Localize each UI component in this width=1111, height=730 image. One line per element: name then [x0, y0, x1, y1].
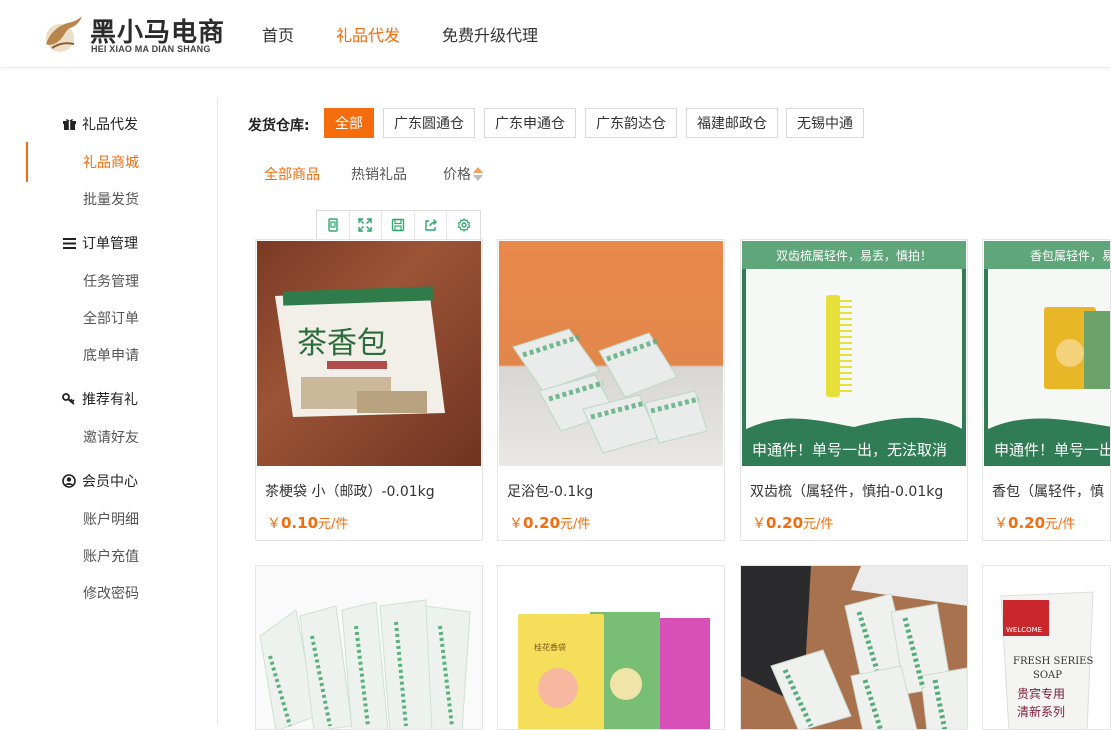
warehouse-all-button[interactable]: 全部	[324, 108, 374, 138]
product-image-sachet: 香包属轻件，易 申通件！单号一出	[984, 241, 1110, 466]
product-image-sachet-bags	[741, 566, 967, 729]
image-banner-bottom: 申通件！单号一出，无法取消	[742, 432, 966, 466]
sidebar-item-tasks[interactable]: 任务管理	[83, 271, 139, 291]
sidebar-item-gift-mall[interactable]: 礼品商城	[83, 152, 139, 172]
product-card[interactable]: 茶香包 茶梗袋 小（邮政）-0.01kg ￥0.10元/件	[255, 239, 483, 541]
soap-cn2-text: 清新系列	[1017, 704, 1065, 719]
tea-pack-text: 茶香包	[297, 326, 387, 361]
horse-logo-icon	[46, 16, 82, 52]
list-icon	[62, 236, 76, 250]
save-icon	[391, 218, 405, 232]
active-indicator	[26, 142, 28, 182]
sidebar-group-member: 会员中心	[62, 471, 138, 491]
sidebar-item-account-details[interactable]: 账户明细	[83, 509, 139, 529]
top-header: 黑小马电商 HEI XIAO MA DIAN SHANG 首页 礼品代发 免费升…	[0, 0, 1111, 68]
warehouse-gd-yunda-button[interactable]: 广东韵达仓	[585, 108, 677, 138]
product-card[interactable]: WELCOME FRESH SERIES SOAP 贵宾专用 清新系列	[982, 565, 1111, 730]
product-image-comb: 双齿梳属轻件，易丢，慎拍！ 申通件！单号一出，无法取消	[742, 241, 966, 466]
sidebar-group-gift: 礼品代发	[62, 114, 138, 134]
product-image-osmanthus-sachet: 桂花香袋	[498, 566, 724, 729]
product-image-packets	[256, 566, 482, 729]
sidebar-group-title: 推荐有礼	[82, 392, 138, 408]
share-icon	[424, 219, 437, 231]
sidebar-group-title: 会员中心	[82, 474, 138, 490]
product-name: 茶梗袋 小（邮政）-0.01kg	[265, 484, 435, 500]
product-name: 香包（属轻件，慎	[992, 484, 1104, 500]
product-name: 足浴包-0.1kg	[507, 484, 594, 500]
logo-subtext: HEI XIAO MA DIAN SHANG	[91, 44, 211, 54]
fullscreen-tool[interactable]	[350, 211, 383, 239]
soap-word-text: SOAP	[1033, 670, 1062, 681]
product-card[interactable]: 足浴包-0.1kg ￥0.20元/件	[497, 239, 725, 541]
main-nav: 首页 礼品代发 免费升级代理	[262, 0, 580, 68]
logo[interactable]: 黑小马电商 HEI XIAO MA DIAN SHANG	[40, 10, 225, 60]
settings-tool[interactable]	[447, 211, 480, 239]
product-price: ￥0.10元/件	[267, 514, 349, 532]
tab-price-sort[interactable]: 价格	[443, 164, 471, 184]
product-image-soap: WELCOME FRESH SERIES SOAP 贵宾专用 清新系列	[983, 566, 1110, 729]
floating-toolbar	[316, 210, 481, 240]
image-banner-bottom: 申通件！单号一出	[984, 432, 1110, 466]
sachet-pack-text: 桂花香袋	[534, 642, 566, 652]
product-card[interactable]: 双齿梳属轻件，易丢，慎拍！ 申通件！单号一出，无法取消 双齿梳（属轻件，慎拍-0…	[740, 239, 968, 541]
save-tool[interactable]	[382, 211, 415, 239]
user-icon	[62, 474, 76, 488]
product-card[interactable]	[255, 565, 483, 730]
product-card[interactable]: 香包属轻件，易 申通件！单号一出 香包（属轻件，慎 ￥0.20元/件	[982, 239, 1111, 541]
soap-brand-text: FRESH SERIES	[1013, 656, 1093, 667]
warehouse-gd-sto-button[interactable]: 广东申通仓	[484, 108, 576, 138]
sidebar-item-recharge[interactable]: 账户充值	[83, 546, 139, 566]
gear-icon	[457, 218, 470, 232]
gift-icon	[62, 117, 76, 131]
sidebar-group-orders: 订单管理	[62, 233, 138, 253]
sidebar-item-change-password[interactable]: 修改密码	[83, 583, 139, 603]
sidebar-item-batch-ship[interactable]: 批量发货	[83, 189, 139, 209]
product-price: ￥0.20元/件	[752, 514, 834, 532]
warehouse-filter-label: 发货仓库:	[248, 118, 310, 134]
product-price: ￥0.20元/件	[509, 514, 591, 532]
product-image-tea-bag: 茶香包	[257, 241, 481, 466]
sidebar-group-title: 订单管理	[82, 236, 138, 252]
warehouse-wuxi-zto-button[interactable]: 无锡中通	[786, 108, 864, 138]
warehouse-gd-yto-button[interactable]: 广东圆通仓	[383, 108, 475, 138]
sidebar-item-all-orders[interactable]: 全部订单	[83, 308, 139, 328]
nav-upgrade-agent[interactable]: 免费升级代理	[442, 22, 538, 46]
soap-cn-text: 贵宾专用	[1017, 686, 1065, 701]
share-tool[interactable]	[415, 211, 448, 239]
expand-icon	[358, 218, 373, 232]
warehouse-fj-post-button[interactable]: 福建邮政仓	[686, 108, 778, 138]
sidebar-item-invite[interactable]: 邀请好友	[83, 427, 139, 447]
sidebar-item-receipt-request[interactable]: 底单申请	[83, 345, 139, 365]
soap-red-text: WELCOME	[1006, 626, 1042, 634]
product-name: 双齿梳（属轻件，慎拍-0.01kg	[750, 484, 944, 500]
nav-home[interactable]: 首页	[262, 22, 294, 46]
copy-icon	[328, 218, 338, 232]
tab-hot-gifts[interactable]: 热销礼品	[351, 164, 407, 184]
sort-arrows-icon[interactable]	[472, 166, 484, 182]
key-icon	[62, 392, 76, 406]
sidebar-group-title: 礼品代发	[82, 117, 138, 133]
copy-tool[interactable]	[317, 211, 350, 239]
nav-gift-dropship[interactable]: 礼品代发	[336, 22, 400, 46]
product-price: ￥0.20元/件	[994, 514, 1076, 532]
tab-all-products[interactable]: 全部商品	[264, 164, 320, 184]
product-card[interactable]	[740, 565, 968, 730]
product-card[interactable]: 桂花香袋	[497, 565, 725, 730]
sidebar-group-referral: 推荐有礼	[62, 389, 138, 409]
product-image-foot-bath	[499, 241, 723, 466]
